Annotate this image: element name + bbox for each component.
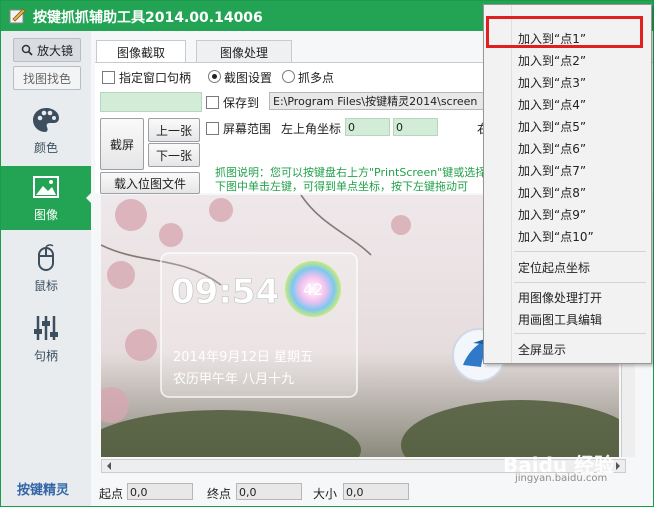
load-bitmap-label: 载入位图文件 bbox=[113, 176, 186, 191]
app-logo-icon bbox=[9, 8, 26, 24]
menu-item-add-point-7[interactable]: 加入到“点7” bbox=[518, 162, 586, 179]
menu-item-locate-start[interactable]: 定位起点坐标 bbox=[518, 259, 590, 276]
wallpaper-badge-number: 42 bbox=[303, 280, 323, 299]
nav-label-mouse: 鼠标 bbox=[33, 279, 58, 293]
next-image-button[interactable]: 下一张 bbox=[148, 143, 200, 167]
menu-item-fullscreen[interactable]: 全屏显示 bbox=[518, 341, 566, 358]
scroll-left-icon[interactable] bbox=[104, 460, 114, 472]
end-point-field[interactable]: 0,0 bbox=[236, 483, 302, 500]
size-label: 大小 bbox=[313, 487, 338, 501]
find-image-color-button[interactable]: 找图找色 bbox=[13, 66, 81, 90]
menu-item-add-point-8[interactable]: 加入到“点8” bbox=[518, 184, 586, 201]
capture-settings-label: 截图设置 bbox=[224, 71, 273, 85]
sliders-icon bbox=[34, 316, 58, 340]
menu-item-add-point-4[interactable]: 加入到“点4” bbox=[518, 96, 586, 113]
prev-image-label: 上一张 bbox=[155, 123, 192, 138]
specify-window-label: 指定窗口句柄 bbox=[119, 71, 192, 85]
menu-item-open-image-processing[interactable]: 用图像处理打开 bbox=[518, 289, 602, 306]
hint-line-1: 抓图说明：您可以按键盘右上方"PrintScreen"键或选择 bbox=[215, 166, 487, 179]
nav-item-color[interactable]: 颜色 bbox=[1, 99, 91, 163]
tab-label: 图像处理 bbox=[219, 45, 268, 60]
menu-item-add-point-3[interactable]: 加入到“点3” bbox=[518, 74, 586, 91]
capture-screen-button[interactable]: 截屏 bbox=[100, 118, 144, 170]
wallpaper-lunar-date: 农历甲午年 八月十九 bbox=[173, 372, 294, 387]
nav-item-handle[interactable]: 句柄 bbox=[1, 307, 91, 371]
menu-separator bbox=[514, 333, 646, 334]
hint-line-2: 下图中单击左键，可得到单点坐标，按下左键拖动可 bbox=[215, 180, 468, 193]
tab-image-capture[interactable]: 图像截取 bbox=[96, 40, 186, 63]
context-menu: 加入到“点1” 加入到“点2” 加入到“点3” 加入到“点4” 加入到“点5” … bbox=[483, 4, 652, 364]
wallpaper-date: 2014年9月12日 星期五 bbox=[173, 350, 313, 365]
save-to-checkbox[interactable] bbox=[206, 96, 219, 109]
palette-icon bbox=[33, 108, 59, 132]
menu-item-add-point-2[interactable]: 加入到“点2” bbox=[518, 52, 586, 69]
specify-window-checkbox[interactable] bbox=[102, 71, 115, 84]
nav-label-image: 图像 bbox=[33, 208, 58, 222]
menu-icon-column bbox=[511, 5, 512, 363]
grab-multi-label: 抓多点 bbox=[298, 71, 335, 85]
menu-item-add-point-5[interactable]: 加入到“点5” bbox=[518, 118, 586, 135]
sidebar: 放大镜 找图找色 颜色 图像 鼠标 句柄 按键精灵 bbox=[1, 31, 92, 506]
save-to-label: 保存到 bbox=[223, 96, 260, 110]
grab-multi-radio[interactable] bbox=[282, 70, 295, 83]
start-point-label: 起点 bbox=[99, 487, 124, 501]
mouse-icon bbox=[38, 244, 54, 271]
find-image-color-label: 找图找色 bbox=[22, 71, 71, 86]
top-left-label: 左上角坐标 bbox=[281, 122, 342, 136]
image-icon bbox=[33, 176, 59, 198]
screen-range-label: 屏幕范围 bbox=[223, 122, 272, 136]
magnifier-icon bbox=[21, 44, 33, 56]
load-bitmap-button[interactable]: 载入位图文件 bbox=[100, 172, 200, 194]
nav-item-image[interactable]: 图像 bbox=[1, 166, 92, 230]
capture-settings-radio[interactable] bbox=[208, 70, 221, 83]
window-title: 按键抓抓辅助工具2014.00.14006 bbox=[33, 10, 263, 26]
scroll-right-icon[interactable] bbox=[613, 460, 623, 472]
menu-item-edit-with-paint[interactable]: 用画图工具编辑 bbox=[518, 311, 602, 328]
end-point-label: 终点 bbox=[207, 487, 232, 501]
magnifier-button[interactable]: 放大镜 bbox=[13, 38, 81, 62]
menu-separator bbox=[514, 282, 646, 283]
highlight-box bbox=[486, 16, 643, 48]
capture-screen-label: 截屏 bbox=[109, 137, 134, 152]
top-left-x-field[interactable]: 0 bbox=[345, 118, 390, 136]
window-handle-field[interactable] bbox=[100, 92, 202, 112]
tab-image-processing[interactable]: 图像处理 bbox=[196, 40, 292, 63]
nav-item-mouse[interactable]: 鼠标 bbox=[1, 237, 91, 301]
capture-instructions: 抓图说明：您可以按键盘右上方"PrintScreen"键或选择 下图中单击左键，… bbox=[215, 166, 486, 194]
magnifier-label: 放大镜 bbox=[36, 43, 73, 58]
next-image-label: 下一张 bbox=[155, 148, 192, 163]
tab-label: 图像截取 bbox=[116, 45, 165, 60]
menu-item-add-point-6[interactable]: 加入到“点6” bbox=[518, 140, 586, 157]
watermark-url: jingyan.baidu.com bbox=[515, 473, 608, 484]
size-field[interactable]: 0,0 bbox=[343, 483, 409, 500]
menu-item-add-point-9[interactable]: 加入到“点9” bbox=[518, 206, 586, 223]
menu-item-add-point-10[interactable]: 加入到“点10” bbox=[518, 228, 594, 245]
start-point-field[interactable]: 0,0 bbox=[127, 483, 193, 500]
nav-label-handle: 句柄 bbox=[33, 349, 58, 363]
brand-logo: 按键精灵 bbox=[17, 483, 70, 498]
wallpaper-clock: 09:54 bbox=[171, 272, 279, 312]
nav-label-color: 颜色 bbox=[33, 141, 58, 155]
screen-range-checkbox[interactable] bbox=[206, 122, 219, 135]
prev-image-button[interactable]: 上一张 bbox=[148, 118, 200, 142]
save-path-field[interactable]: E:\Program Files\按键精灵2014\screen bbox=[269, 92, 485, 110]
menu-separator bbox=[514, 251, 646, 252]
top-left-y-field[interactable]: 0 bbox=[393, 118, 438, 136]
